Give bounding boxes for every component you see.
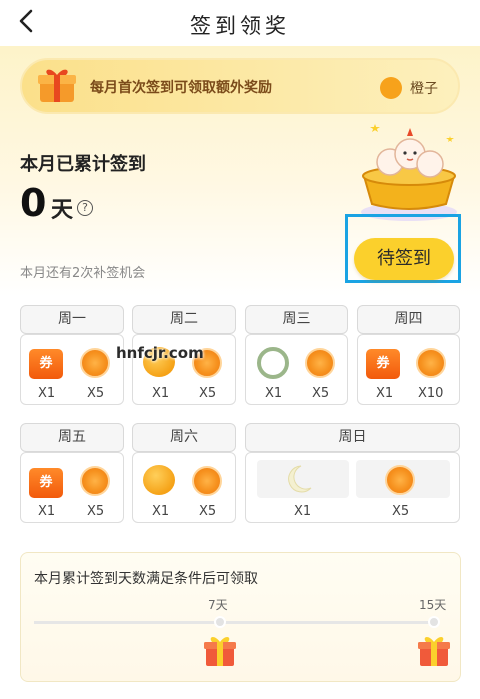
signed-days-count: 0 <box>20 181 47 225</box>
cumulative-reward-title: 本月累计签到天数满足条件后可领取 <box>34 571 258 587</box>
reward-count: X1 <box>265 386 283 401</box>
orange-icon <box>305 348 335 378</box>
gift-box-icon[interactable] <box>203 634 237 668</box>
coupon-icon: 券 <box>366 349 400 379</box>
days-unit: 天 <box>51 198 74 223</box>
coupon-icon: 券 <box>29 468 63 498</box>
orange-icon <box>80 348 110 378</box>
coupon-icon: 券 <box>29 349 63 379</box>
gift-box-icon <box>38 69 76 102</box>
sign-in-button[interactable]: 待签到 <box>354 238 454 280</box>
milestone-label: 7天 <box>208 598 228 612</box>
tab-tuesday[interactable]: 周二 <box>132 305 236 334</box>
orange-icon <box>192 466 222 496</box>
mascot-pot-illustration <box>361 124 457 221</box>
orange-icon <box>380 77 402 99</box>
help-icon[interactable]: ? <box>77 200 93 216</box>
banner-text: 每月首次签到可领取额外奖励 <box>90 80 272 96</box>
remedy-chances-text: 本月还有2次补签机会 <box>20 266 146 281</box>
bonus-banner[interactable]: 每月首次签到可领取额外奖励 橙子 <box>20 58 460 114</box>
reward-count: X1 <box>152 386 170 401</box>
orange-icon <box>80 466 110 496</box>
reward-count: X5 <box>87 504 105 519</box>
reward-count: X1 <box>38 386 56 401</box>
orange-icon <box>385 465 415 495</box>
tab-friday[interactable]: 周五 <box>20 423 124 452</box>
gift-box-icon[interactable] <box>417 634 451 668</box>
page-title: 签到领奖 <box>190 14 290 38</box>
reward-count: X1 <box>376 386 394 401</box>
tab-saturday[interactable]: 周六 <box>132 423 236 452</box>
tab-wednesday[interactable]: 周三 <box>245 305 348 334</box>
header: 签到领奖 <box>0 0 480 46</box>
banner-reward-label: 橙子 <box>410 81 438 97</box>
reward-count: X5 <box>312 386 330 401</box>
tab-sunday[interactable]: 周日 <box>245 423 460 452</box>
cumulative-label: 本月已累计签到 <box>20 154 146 175</box>
progress-track <box>34 621 436 624</box>
reward-count: X1 <box>38 504 56 519</box>
milestone-label: 15天 <box>419 598 447 612</box>
reward-count: X5 <box>392 504 410 519</box>
reward-count: X5 <box>199 386 217 401</box>
tab-monday[interactable]: 周一 <box>20 305 124 334</box>
reward-count: X1 <box>294 504 312 519</box>
reward-count: X5 <box>87 386 105 401</box>
milestone-dot <box>214 616 226 628</box>
reward-count: X10 <box>418 386 444 401</box>
tab-thursday[interactable]: 周四 <box>357 305 460 334</box>
moon-icon <box>288 465 312 493</box>
watermark: hnfcjr.com <box>116 344 204 362</box>
reward-count: X5 <box>199 504 217 519</box>
orange-icon <box>143 465 175 495</box>
reward-count: X1 <box>152 504 170 519</box>
orange-icon <box>416 348 446 378</box>
wreath-icon <box>257 347 289 379</box>
milestone-dot <box>428 616 440 628</box>
